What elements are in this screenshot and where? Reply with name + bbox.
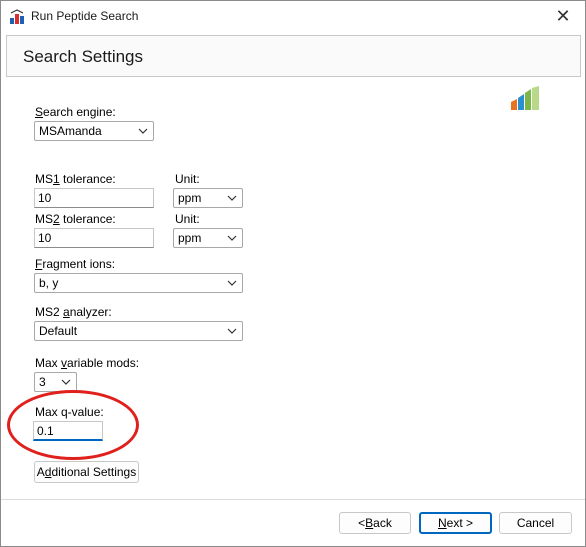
skyline-app-icon (10, 9, 24, 24)
chevron-down-icon (227, 280, 237, 286)
skyline-logo-icon (511, 86, 539, 110)
chevron-down-icon (227, 328, 237, 334)
max-variable-mods-select[interactable]: 3 (34, 372, 77, 392)
ms2-unit-select[interactable]: ppm (173, 228, 243, 248)
max-variable-mods-label: Max variable mods: (35, 356, 140, 370)
page-title: Search Settings (23, 47, 144, 66)
fragment-ions-label: Fragment ions: (35, 257, 116, 271)
max-q-value-label: Max q-value: (35, 405, 104, 419)
max-q-value-input[interactable] (34, 422, 102, 439)
chevron-down-icon (227, 235, 237, 241)
ms1-tolerance-input[interactable] (35, 189, 153, 207)
header-panel: Search Settings (6, 35, 581, 77)
ms1-tolerance-field[interactable] (34, 188, 154, 208)
cancel-button[interactable]: Cancel (499, 512, 572, 534)
window-title: Run Peptide Search (31, 9, 139, 23)
chevron-down-icon (138, 128, 148, 134)
ms1-tolerance-label: MS1 tolerance: (35, 172, 116, 186)
additional-settings-button[interactable]: Ad ditional Settings (34, 461, 139, 483)
back-button[interactable]: < Back (339, 512, 411, 534)
ms2-analyzer-select[interactable]: Default (34, 321, 243, 341)
footer-separator (1, 499, 585, 500)
max-q-value-field[interactable] (33, 421, 103, 441)
close-icon: ✕ (555, 5, 571, 26)
close-button[interactable]: ✕ (549, 5, 577, 27)
search-engine-label: Search engine: (35, 105, 116, 119)
ms2-unit-label: Unit: (175, 212, 200, 226)
fragment-ions-select[interactable]: b, y (34, 273, 243, 293)
next-button[interactable]: Next > (419, 512, 492, 534)
ms2-tolerance-label: MS2 tolerance: (35, 212, 116, 226)
ms1-unit-label: Unit: (175, 172, 200, 186)
chevron-down-icon (61, 379, 71, 385)
ms1-unit-select[interactable]: ppm (173, 188, 243, 208)
search-engine-select[interactable]: MSAmanda (34, 121, 154, 141)
chevron-down-icon (227, 195, 237, 201)
run-peptide-search-dialog: Run Peptide Search ✕ Search Settings Sea… (0, 0, 586, 547)
ms2-analyzer-label: MS2 analyzer: (35, 305, 112, 319)
ms2-tolerance-field[interactable] (34, 228, 154, 248)
ms2-tolerance-input[interactable] (35, 229, 153, 247)
title-bar: Run Peptide Search ✕ (1, 1, 585, 32)
